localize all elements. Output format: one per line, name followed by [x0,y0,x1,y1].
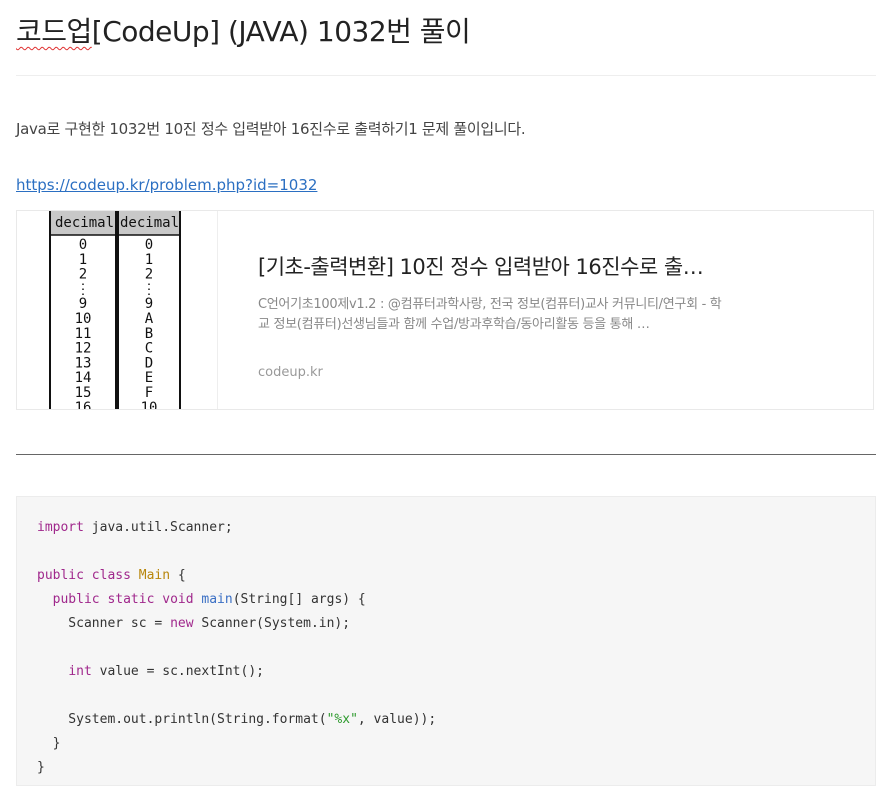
thumb-value: E [145,370,153,386]
code-block: import java.util.Scanner; public class M… [16,496,876,786]
code-keyword: int [68,664,92,679]
thumb-header-right-text: decimal [120,215,179,231]
code-line: Scanner sc = new Scanner(System.in); [37,612,350,636]
thumb-value: 0 [79,237,87,253]
thumb-value: 1 [145,252,153,268]
code-text: System.out.println(String.format( [37,712,327,727]
code-function-name: main [201,592,233,607]
code-line: } [37,736,61,751]
code-keyword: static [107,592,155,607]
code-text: (String[] args) { [232,592,366,607]
thumb-header-left-text: decimal [55,215,114,231]
thumb-value: 10 [75,311,92,327]
code-text: { [170,568,186,583]
section-divider [16,454,876,455]
thumb-value: C [145,341,153,357]
thumb-value: 14 [75,370,92,386]
code-text: java.util.Scanner; [83,520,233,535]
code-text: value = sc.nextInt(); [91,664,264,679]
card-domain: codeup.kr [258,365,323,380]
thumb-value: 10 [141,400,158,409]
code-keyword: void [162,592,194,607]
code-line: int value = sc.nextInt(); [37,660,264,684]
post-title: 코드업[CodeUp] (JAVA) 1032번 풀이 [16,10,471,50]
code-keyword: import [37,520,84,535]
code-keyword: public [37,568,84,583]
card-title: [기초-출력변환] 10진 정수 입력받아 16진수로 출… [258,255,704,279]
post-description: Java로 구현한 1032번 10진 정수 입력받아 16진수로 출력하기1 … [16,120,526,138]
thumb-value: ⋮ [76,281,90,297]
code-keyword: public [52,592,100,607]
spellcheck-underlined-word: 코드업 [16,15,92,48]
code-class-name: Main [138,568,171,583]
thumb-value: A [145,311,154,327]
link-preview-card[interactable]: decimal decimal 0 1 2 ⋮ 9 10 11 12 13 14 15 16 0 1 2 ⋮… [16,210,874,410]
code-keyword: class [91,568,131,583]
thumb-value: ⋮ [142,281,156,297]
title-divider [16,75,876,76]
code-string: "%x" [326,712,358,727]
thumb-value: 2 [145,267,153,283]
card-thumbnail: decimal decimal 0 1 2 ⋮ 9 10 11 12 13 14 15 16 0 1 2 ⋮… [17,211,218,409]
thumb-value: 2 [79,267,87,283]
thumb-value: D [145,355,153,371]
problem-link[interactable]: https://codeup.kr/problem.php?id=1032 [16,176,317,194]
code-line: public class Main { [37,564,186,588]
card-description: C언어기초100제v1.2 : @컴퓨터과학사랑, 전국 정보(컴퓨터)교사 커… [258,297,722,332]
thumb-value: 9 [145,296,153,312]
thumb-value: B [145,326,153,342]
code-line: import java.util.Scanner; [37,516,233,540]
thumb-value: 9 [79,296,87,312]
code-text: Scanner sc = [37,616,171,631]
thumb-value: 11 [75,326,92,342]
code-text: Scanner(System.in); [193,616,351,631]
thumb-value: 15 [75,385,92,401]
code-keyword: new [170,616,194,631]
thumb-value: 13 [75,355,92,371]
decimal-hex-table-illustration: decimal decimal 012⋮910111213141516 012⋮… [49,211,181,409]
thumb-value: F [145,385,153,401]
post-title-rest: [CodeUp] (JAVA) 1032번 풀이 [91,15,471,48]
thumb-value: 1 [79,252,87,268]
code-line: } [37,760,45,775]
code-line: System.out.println(String.format("%x", v… [37,708,436,732]
thumb-value: 12 [75,341,92,357]
thumb-value: 16 [75,400,92,409]
thumb-value: 0 [145,237,153,253]
code-line: public static void main(String[] args) { [37,588,366,612]
code-text: , value)); [357,712,437,727]
